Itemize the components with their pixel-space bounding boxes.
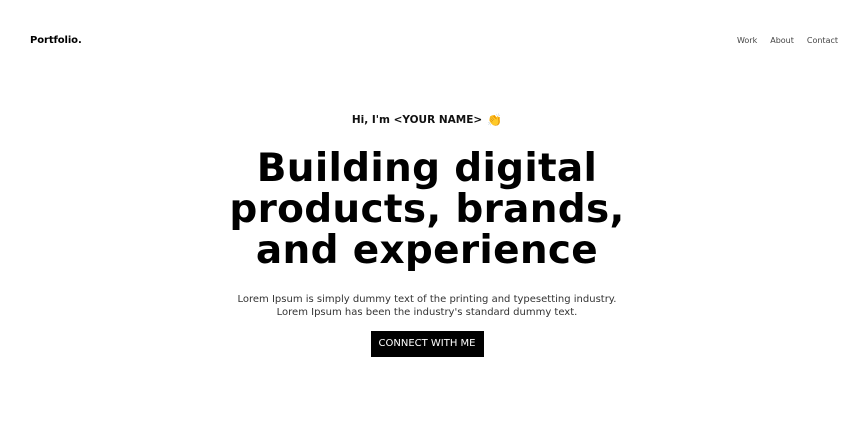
nav-link-about[interactable]: About	[770, 36, 794, 45]
description-line: Lorem Ipsum has been the industry's stan…	[276, 307, 578, 318]
hero-headline: Building digital products, brands, and e…	[167, 148, 687, 271]
hero-description: Lorem Ipsum is simply dummy text of the …	[197, 293, 657, 319]
main-nav: Work About Contact	[737, 36, 838, 45]
portfolio-page: Portfolio. Work About Contact Hi, I'm <Y…	[0, 0, 854, 430]
top-navbar: Portfolio. Work About Contact	[0, 0, 854, 80]
connect-button[interactable]: CONNECT WITH ME	[370, 331, 484, 357]
clapping-hands-icon: 👏	[487, 113, 503, 127]
hero-section: Hi, I'm <YOUR NAME> 👏 Building digital p…	[0, 108, 854, 357]
headline-line: and experience	[255, 228, 599, 273]
nav-link-work[interactable]: Work	[737, 36, 757, 45]
greeting-text: Hi, I'm <YOUR NAME>	[351, 114, 483, 126]
greeting: Hi, I'm <YOUR NAME> 👏	[352, 110, 502, 130]
description-line: Lorem Ipsum is simply dummy text of the …	[237, 294, 617, 305]
headline-line: Building digital	[256, 146, 598, 191]
nav-link-contact[interactable]: Contact	[807, 36, 838, 45]
logo-link[interactable]: Portfolio.	[30, 35, 82, 46]
headline-line: products, brands,	[229, 187, 625, 232]
